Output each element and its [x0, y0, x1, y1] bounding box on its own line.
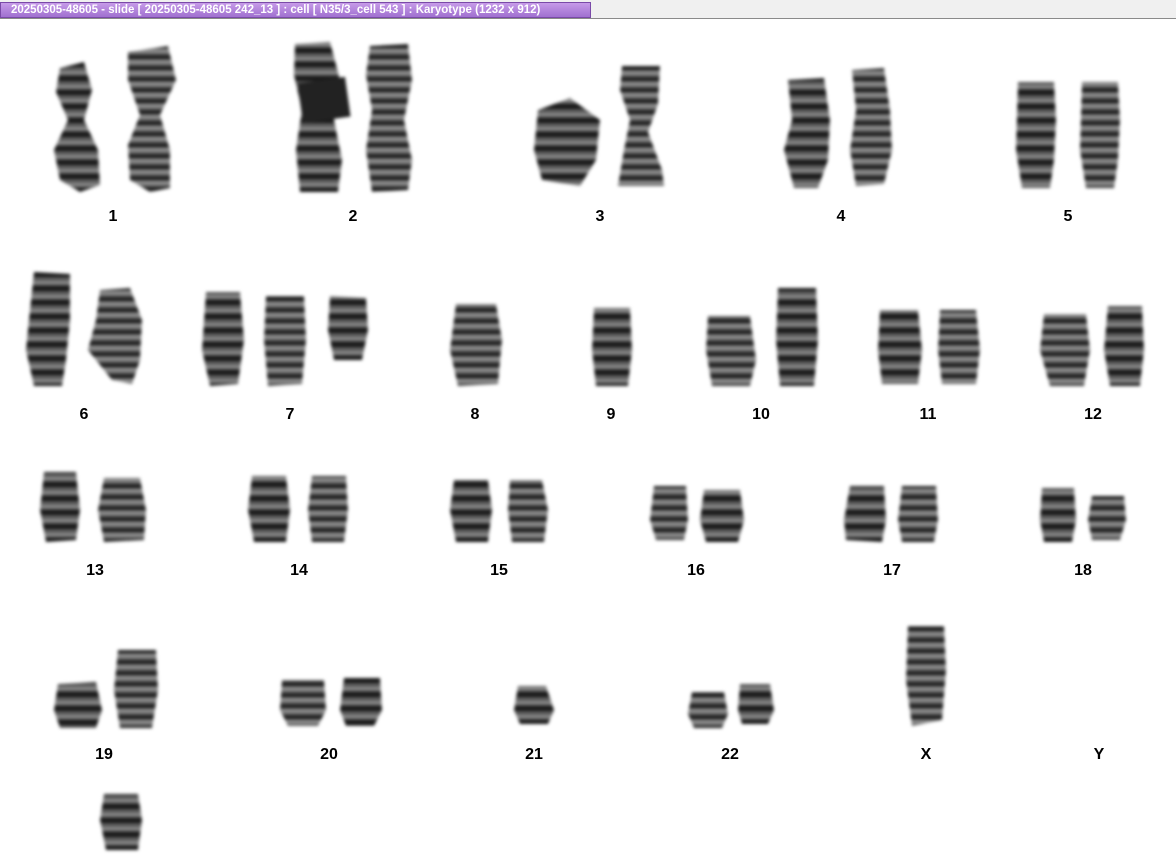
chromosome-11-pair[interactable] [878, 310, 980, 384]
chromosome-14-pair[interactable] [248, 476, 348, 542]
chromosome-6-pair[interactable] [26, 272, 142, 386]
chromosome-18-pair[interactable] [1040, 488, 1126, 542]
chromosome-19-group[interactable] [54, 650, 158, 850]
chromosome-8-pair[interactable] [450, 304, 502, 386]
chromosome-2-pair[interactable] [294, 42, 412, 192]
chromosome-12-pair[interactable] [1040, 306, 1144, 386]
chromosome-4-pair[interactable] [784, 68, 892, 188]
chromosome-15-pair[interactable] [450, 480, 548, 542]
chromosome-17-pair[interactable] [844, 486, 938, 542]
chromosome-7-group[interactable] [202, 292, 368, 386]
chromosome-13-pair[interactable] [40, 472, 146, 542]
chromosome-16-pair[interactable] [650, 486, 744, 542]
chromosome-images[interactable] [0, 20, 1176, 857]
chromosome-3-pair[interactable] [534, 66, 664, 186]
karyotype-canvas: 1 2 3 4 5 6 7 8 9 10 11 12 13 14 15 16 1… [0, 20, 1176, 857]
chromosome-1-pair[interactable] [54, 46, 176, 192]
chromosome-5-pair[interactable] [1016, 82, 1120, 188]
chromosome-20-pair[interactable] [280, 678, 382, 726]
chromosome-22-pair[interactable] [688, 684, 774, 728]
chromosome-9-pair[interactable] [592, 308, 632, 386]
chromosome-21[interactable] [514, 686, 554, 724]
title-bar: 20250305-48605 - slide [ 20250305-48605 … [0, 0, 1176, 19]
window-title-tab[interactable]: 20250305-48605 - slide [ 20250305-48605 … [0, 2, 591, 18]
chromosome-x[interactable] [906, 626, 946, 726]
chromosome-10-pair[interactable] [706, 288, 818, 386]
